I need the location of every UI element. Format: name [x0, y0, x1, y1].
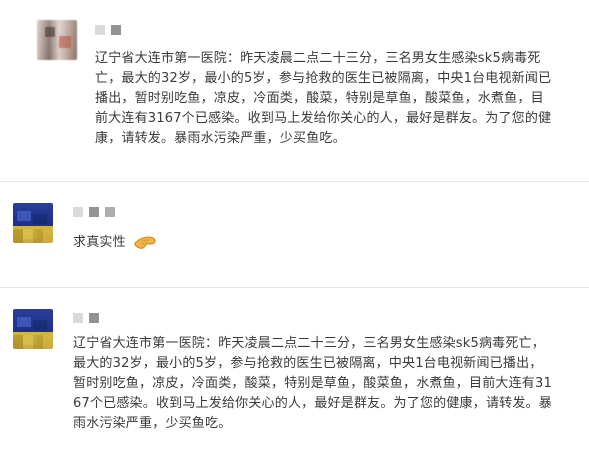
pixelated-name-block	[73, 313, 83, 323]
pixelated-name-block	[73, 207, 83, 217]
comment-3: 辽宁省大连市第一医院：昨天凌晨二点二十三分，三名男女生感染sk5病毒死亡，最大的…	[0, 288, 589, 457]
author-name[interactable]	[73, 308, 99, 328]
avatar[interactable]	[13, 203, 53, 243]
pixelated-name-block	[95, 25, 105, 35]
pixelated-name-block	[89, 313, 99, 323]
comment-2: 求真实性	[0, 182, 589, 277]
author-name[interactable]	[73, 202, 115, 222]
comment-text: 辽宁省大连市第一医院：昨天凌晨二点二十三分，三名男女生感染sk5病毒死亡，最大的…	[95, 51, 552, 146]
hand-pointing-icon	[133, 233, 159, 251]
pixelated-name-block	[105, 207, 115, 217]
comment-text: 辽宁省大连市第一医院：昨天凌晨二点二十三分，三名男女生感染sk5病毒死亡，最大的…	[73, 336, 552, 431]
comment-text-row: 求真实性	[73, 233, 273, 253]
pixelated-name-block	[111, 25, 121, 35]
comment-1: 辽宁省大连市第一医院：昨天凌晨二点二十三分，三名男女生感染sk5病毒死亡，最大的…	[0, 0, 589, 180]
comment-text: 求真实性	[73, 235, 126, 250]
pixelated-name-block	[89, 207, 99, 217]
avatar[interactable]	[37, 20, 77, 60]
author-name[interactable]	[95, 20, 121, 40]
avatar[interactable]	[13, 309, 53, 349]
